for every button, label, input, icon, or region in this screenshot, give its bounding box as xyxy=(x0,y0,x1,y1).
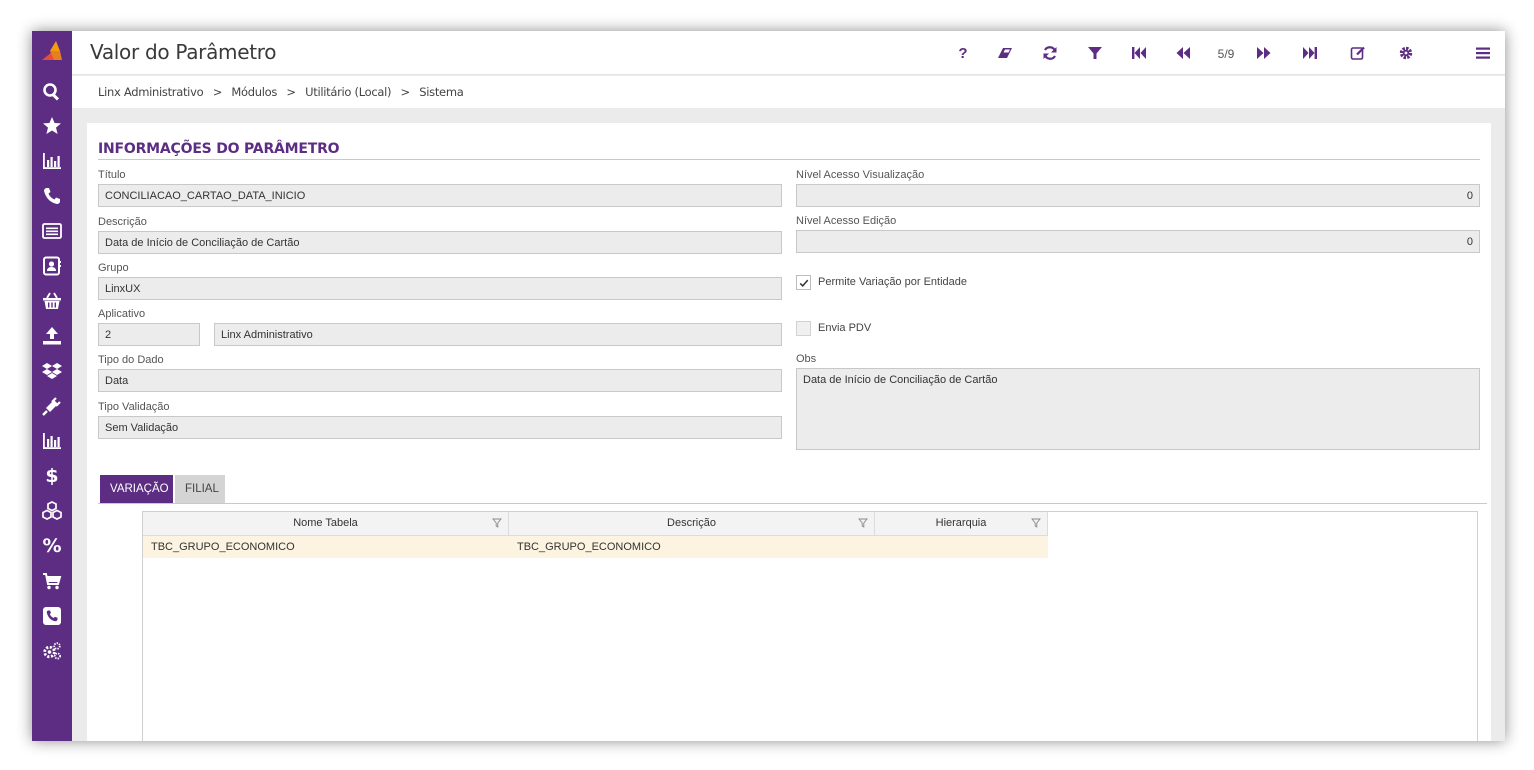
tipo-dado-label: Tipo do Dado xyxy=(98,354,164,366)
aplicativo-label: Aplicativo xyxy=(98,308,146,320)
breadcrumb: Linx Administrativo > Módulos > Utilitár… xyxy=(72,76,1505,108)
section-title: INFORMAÇÕES DO PARÂMETRO xyxy=(98,141,340,157)
plug-icon[interactable] xyxy=(40,394,64,418)
tipo-dado-field[interactable]: Data xyxy=(98,369,782,392)
last-record-icon xyxy=(1303,47,1317,59)
breadcrumb-item[interactable]: Módulos xyxy=(231,85,277,99)
first-record-button[interactable] xyxy=(1129,43,1149,63)
edit-button[interactable] xyxy=(1349,43,1367,63)
star-icon[interactable] xyxy=(40,114,64,138)
help-button[interactable]: ? xyxy=(955,43,971,63)
titulo-field[interactable]: CONCILIACAO_CARTAO_DATA_INICIO xyxy=(98,184,782,207)
variacao-grid: Nome Tabela Descrição Hierarquia TBC_GRU… xyxy=(142,511,1478,741)
bar-chart-icon[interactable] xyxy=(40,149,64,173)
breadcrumb-separator: > xyxy=(286,85,296,99)
titulo-label: Título xyxy=(98,169,126,181)
previous-record-button[interactable] xyxy=(1174,43,1192,63)
refresh-icon xyxy=(1043,46,1057,60)
first-record-icon xyxy=(1132,47,1146,59)
breadcrumb-item[interactable]: Sistema xyxy=(419,85,464,99)
upload-icon[interactable] xyxy=(40,324,64,348)
column-filter-icon[interactable] xyxy=(858,518,868,528)
descricao-field[interactable]: Data de Início de Conciliação de Cartão xyxy=(98,231,782,254)
next-record-button[interactable] xyxy=(1255,43,1273,63)
column-header-descricao[interactable]: Descrição xyxy=(509,512,875,536)
header-bar: Valor do Parâmetro ? 5/9 xyxy=(72,31,1505,75)
breadcrumb-item[interactable]: Utilitário (Local) xyxy=(305,85,391,99)
filter-button[interactable] xyxy=(1086,43,1104,63)
phone-square-icon[interactable] xyxy=(40,604,64,628)
nivel-visualizacao-label: Nível Acesso Visualização xyxy=(796,169,925,181)
dollar-icon[interactable]: $ xyxy=(40,464,64,488)
clear-button[interactable] xyxy=(996,43,1014,63)
dropbox-icon[interactable] xyxy=(40,359,64,383)
cart-icon[interactable] xyxy=(40,569,64,593)
cogs-icon[interactable] xyxy=(40,639,64,663)
descricao-label: Descrição xyxy=(98,216,147,228)
sidebar: $ % xyxy=(32,31,72,741)
settings-button[interactable] xyxy=(1397,43,1415,63)
table-cell: TBC_GRUPO_ECONOMICO xyxy=(151,541,295,553)
page-title: Valor do Parâmetro xyxy=(90,40,277,64)
basket-icon[interactable] xyxy=(40,289,64,313)
tipo-validacao-label: Tipo Validação xyxy=(98,401,170,413)
cubes-icon[interactable] xyxy=(40,499,64,523)
previous-record-icon xyxy=(1176,47,1190,59)
eraser-icon xyxy=(998,48,1012,58)
search-icon[interactable] xyxy=(40,80,64,104)
last-record-button[interactable] xyxy=(1300,43,1320,63)
grupo-label: Grupo xyxy=(98,262,129,274)
breadcrumb-separator: > xyxy=(212,85,223,99)
checkmark-icon xyxy=(799,279,808,287)
refresh-button[interactable] xyxy=(1041,43,1059,63)
grupo-field[interactable]: LinxUX xyxy=(98,277,782,300)
nivel-edicao-field[interactable]: 0 xyxy=(796,230,1480,253)
breadcrumb-item[interactable]: Linx Administrativo xyxy=(98,85,204,99)
column-filter-icon[interactable] xyxy=(1031,518,1041,528)
column-header-nome-tabela[interactable]: Nome Tabela xyxy=(143,512,509,536)
column-header-label: Hierarquia xyxy=(935,517,987,529)
main-panel: INFORMAÇÕES DO PARÂMETRO Título CONCILIA… xyxy=(87,123,1491,741)
filter-icon xyxy=(1088,47,1102,59)
obs-textarea[interactable]: Data de Início de Conciliação de Cartão xyxy=(796,368,1480,450)
settings-icon xyxy=(1399,46,1413,60)
list-icon[interactable] xyxy=(40,219,64,243)
column-filter-icon[interactable] xyxy=(492,518,502,528)
table-row[interactable]: TBC_GRUPO_ECONOMICO TBC_GRUPO_ECONOMICO xyxy=(143,536,1048,558)
next-record-icon xyxy=(1257,47,1271,59)
section-divider xyxy=(98,159,1480,160)
phone-icon[interactable] xyxy=(40,184,64,208)
envia-pdv-label: Envia PDV xyxy=(818,322,872,334)
table-cell: TBC_GRUPO_ECONOMICO xyxy=(517,541,661,553)
obs-label: Obs xyxy=(796,353,817,365)
envia-pdv-checkbox[interactable] xyxy=(796,321,811,336)
permite-variacao-label: Permite Variação por Entidade xyxy=(818,276,967,288)
tab-variacao[interactable]: VARIAÇÃO xyxy=(100,475,173,503)
menu-icon xyxy=(1476,47,1490,59)
permite-variacao-checkbox[interactable] xyxy=(796,275,811,290)
report-icon[interactable] xyxy=(40,429,64,453)
help-icon: ? xyxy=(958,44,968,62)
tab-filial[interactable]: FILIAL xyxy=(175,475,225,503)
nivel-edicao-label: Nível Acesso Edição xyxy=(796,215,897,227)
edit-icon xyxy=(1350,46,1365,60)
breadcrumb-separator: > xyxy=(400,85,411,99)
app-window: $ % Valor do Parâmetro ? 5/9 Linx Admini… xyxy=(32,31,1505,741)
column-header-hierarquia[interactable]: Hierarquia xyxy=(875,512,1048,536)
page-indicator: 5/9 xyxy=(1217,47,1235,61)
tabs-divider xyxy=(98,503,1487,504)
contact-icon[interactable] xyxy=(40,254,64,278)
aplicativo-code-field[interactable]: 2 xyxy=(98,323,200,346)
menu-button[interactable] xyxy=(1474,43,1492,63)
column-header-label: Descrição xyxy=(667,517,716,529)
linx-logo-icon[interactable] xyxy=(40,39,64,63)
percent-icon[interactable]: % xyxy=(40,534,64,558)
nivel-visualizacao-field[interactable]: 0 xyxy=(796,184,1480,207)
tipo-validacao-field[interactable]: Sem Validação xyxy=(98,416,782,439)
column-header-label: Nome Tabela xyxy=(293,517,358,529)
aplicativo-name-field[interactable]: Linx Administrativo xyxy=(214,323,782,346)
